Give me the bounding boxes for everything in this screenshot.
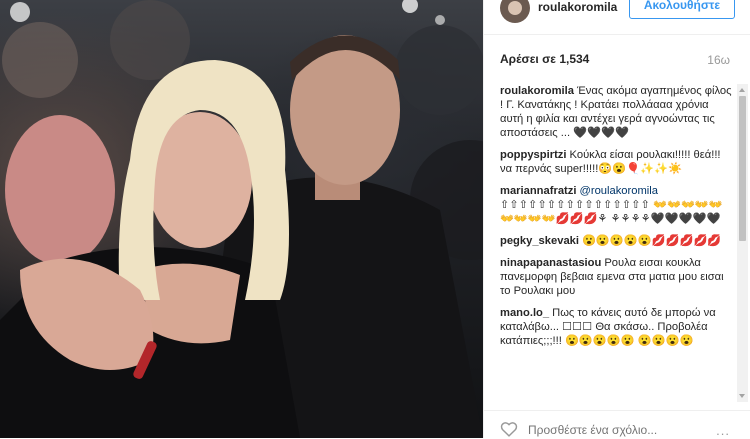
comment-username[interactable]: ninapapanastasiou <box>500 257 601 269</box>
comment-item: pegky_skevaki 😮😮😮😮😮💋💋💋💋💋 <box>500 234 732 248</box>
comment-username[interactable]: poppyspirtzi <box>500 149 567 161</box>
comment-username[interactable]: pegky_skevaki <box>500 235 579 247</box>
scrollbar-thumb[interactable] <box>739 96 746 241</box>
post-photo[interactable] <box>0 0 483 438</box>
post-time[interactable]: 16ω <box>707 53 730 67</box>
comment-username[interactable]: mariannafratzi <box>500 185 576 197</box>
comment-username[interactable]: mano.lo_ <box>500 307 549 319</box>
comment-item: ninapapanastasiou Ρουλα εισαι κουκλα πανε… <box>500 256 732 298</box>
post-header: roulakoromila Ακολουθήστε <box>484 0 750 35</box>
likes-count[interactable]: Αρέσει σε 1,534 <box>500 52 589 66</box>
comments-list: roulakoromila Ένας ακόμα αγαπημένος φίλος… <box>500 84 732 404</box>
comment-bar: ... <box>484 410 750 439</box>
more-options-icon[interactable]: ... <box>716 423 730 438</box>
comment-item: mano.lo_ Πως το κάνεις αυτό δε μπορώ να κ… <box>500 306 732 348</box>
photo-scene <box>0 0 483 438</box>
heart-outline-icon[interactable] <box>500 421 518 437</box>
comment-mention[interactable]: @roulakoromila <box>579 185 658 197</box>
comment-item: mariannafratzi @roulakoromila ⇧⇧⇧⇧⇧⇧⇧⇧⇧⇧⇧⇧… <box>500 184 732 226</box>
post-side-panel: roulakoromila Ακολουθήστε Αρέσει σε 1,53… <box>483 0 750 438</box>
comment-item: poppyspirtzi Κούκλα είσαι ρουλακι!!!!! θε… <box>500 148 732 176</box>
comment-text: 😮😮😮😮😮💋💋💋💋💋 <box>582 235 722 247</box>
comment-username[interactable]: roulakoromila <box>500 85 574 97</box>
scroll-down-arrow-icon[interactable] <box>739 394 745 398</box>
scroll-up-arrow-icon[interactable] <box>739 88 745 92</box>
comment-text: ⇧⇧⇧⇧⇧⇧⇧⇧⇧⇧⇧⇧⇧⇧⇧⇧ 👐👐👐👐👐👐👐👐👐💋💋💋⚘ ⚘⚘⚘⚘🖤🖤🖤🖤🖤 <box>500 199 723 225</box>
comments-scrollbar[interactable] <box>737 84 748 402</box>
comment-item: roulakoromila Ένας ακόμα αγαπημένος φίλος… <box>500 84 732 140</box>
add-comment-input[interactable] <box>528 423 698 437</box>
follow-button[interactable]: Ακολουθήστε <box>629 0 735 19</box>
post-username[interactable]: roulakoromila <box>538 0 617 14</box>
avatar[interactable] <box>500 0 530 23</box>
